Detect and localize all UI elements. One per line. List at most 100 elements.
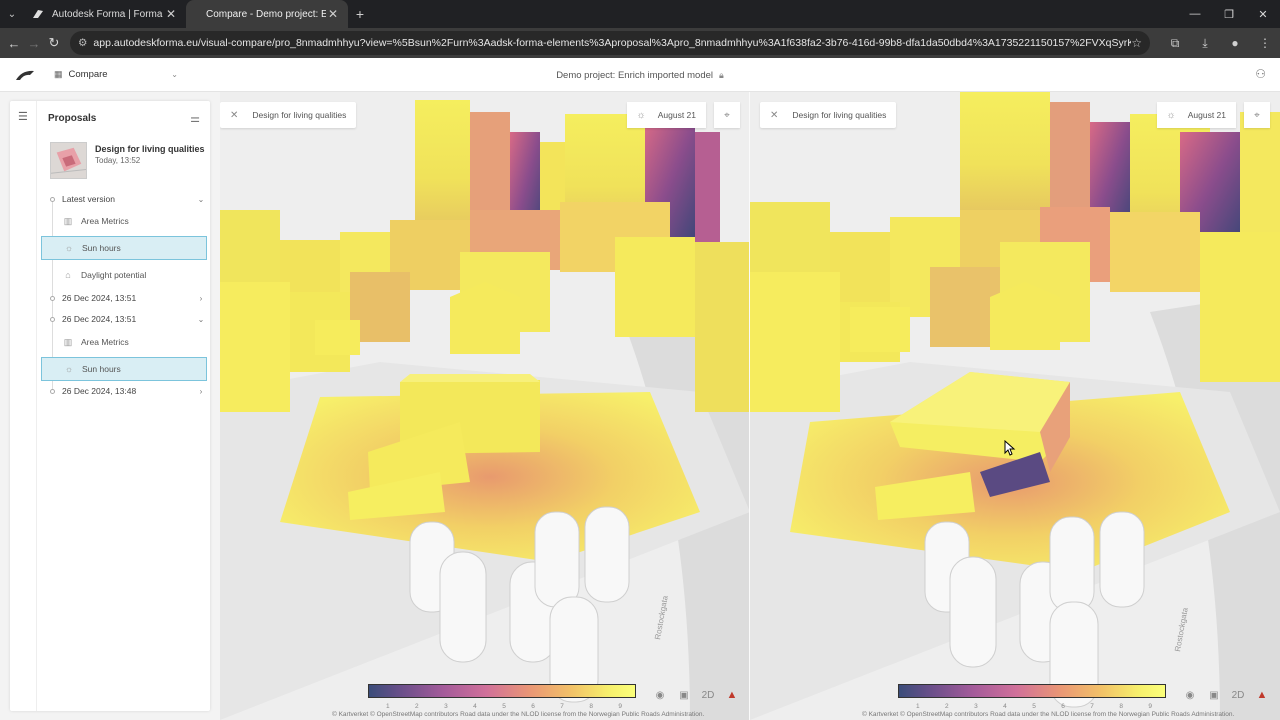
- version-label: Latest version: [62, 194, 115, 204]
- compass-icon[interactable]: ▲: [720, 689, 744, 701]
- version-row-latest[interactable]: Latest version ⌄: [40, 188, 207, 210]
- sun-icon: ☼: [64, 364, 74, 374]
- close-icon[interactable]: ✕: [770, 110, 778, 121]
- visibility-icon[interactable]: ◉: [1178, 690, 1202, 701]
- sun-icon: ☼: [636, 109, 646, 121]
- address-bar[interactable]: ⚙ app.autodeskforma.eu/visual-compare/pr…: [70, 31, 1150, 55]
- tab-search-icon[interactable]: ⌄: [0, 0, 24, 28]
- site-info-icon[interactable]: ⚙: [78, 37, 87, 49]
- visibility-icon[interactable]: ◉: [648, 690, 672, 701]
- daylight-icon: ⌂: [65, 270, 71, 280]
- version-label: 26 Dec 2024, 13:51: [62, 314, 137, 324]
- proposal-name: Design for living qualities: [95, 144, 205, 154]
- chevron-right-icon[interactable]: ›: [195, 387, 207, 396]
- profile-icon[interactable]: ●: [1220, 28, 1250, 58]
- proposal-chip-label: Design for living qualities: [792, 110, 887, 120]
- version-dot: [50, 388, 55, 394]
- close-tab-icon[interactable]: ✕: [326, 7, 340, 21]
- new-tab-icon[interactable]: +: [348, 0, 372, 28]
- legend-tick: 9: [1148, 703, 1152, 710]
- locate-icon[interactable]: ⌖: [714, 102, 740, 128]
- menu-icon[interactable]: ☰: [18, 110, 28, 123]
- camera-icon[interactable]: ▣: [1202, 690, 1226, 701]
- back-icon[interactable]: ←: [4, 28, 24, 58]
- map-attribution: © Kartverket © OpenStreetMap contributor…: [862, 711, 1235, 718]
- mode-dropdown[interactable]: ▦ Compare ⌄: [50, 65, 182, 85]
- forma-favicon-icon: [33, 10, 43, 18]
- analysis-item-area-metrics[interactable]: ▥ Area Metrics: [41, 330, 207, 354]
- 3d-scene[interactable]: Rostockgata: [750, 92, 1280, 720]
- forma-logo-icon[interactable]: [14, 68, 36, 82]
- proposal-card[interactable]: Design for living qualities Today, 13:52: [50, 142, 205, 182]
- filter-icon[interactable]: ⚌: [190, 112, 200, 125]
- maximize-icon[interactable]: ❐: [1212, 0, 1246, 28]
- panel-title: Proposals: [48, 113, 97, 124]
- forward-icon[interactable]: →: [24, 28, 44, 58]
- date-label: August 21: [1187, 110, 1226, 120]
- analysis-item-daylight-potential[interactable]: ⌂ Daylight potential: [41, 263, 207, 287]
- panel-rail: [10, 101, 37, 711]
- chevron-down-icon[interactable]: ⌄: [195, 315, 207, 324]
- version-row[interactable]: 26 Dec 2024, 13:48 ›: [40, 380, 207, 402]
- locate-icon[interactable]: ⌖: [1244, 102, 1270, 128]
- sun-hours-legend: [368, 684, 636, 698]
- proposal-time: Today, 13:52: [95, 156, 141, 165]
- compass-icon[interactable]: ▲: [1250, 689, 1274, 701]
- version-row[interactable]: 26 Dec 2024, 13:51 ›: [40, 287, 207, 309]
- proposal-chip[interactable]: ✕ Design for living qualities: [760, 102, 897, 128]
- collaborators-icon[interactable]: ⚇: [1255, 67, 1266, 81]
- legend-tick: 4: [473, 703, 477, 710]
- analysis-item-sun-hours[interactable]: ☼ Sun hours: [41, 236, 207, 260]
- analysis-item-area-metrics[interactable]: ▥ Area Metrics: [41, 209, 207, 233]
- lock-icon: 🔒︎: [719, 69, 724, 80]
- window-controls: — ❐ ✕: [1178, 0, 1280, 28]
- date-picker[interactable]: ☼ August 21: [626, 102, 706, 128]
- analysis-label: Area Metrics: [81, 216, 129, 226]
- browser-tab-login[interactable]: Autodesk Forma | Forma Login ✕: [24, 0, 186, 28]
- building: [415, 100, 470, 230]
- version-dot: [50, 196, 55, 202]
- legend-tick: 7: [1090, 703, 1094, 710]
- reload-icon[interactable]: ↻: [44, 28, 64, 58]
- 3d-scene[interactable]: Rostockgata: [220, 92, 750, 720]
- version-row[interactable]: 26 Dec 2024, 13:51 ⌄: [40, 308, 207, 330]
- legend-tick: 4: [1003, 703, 1007, 710]
- project-title-text: Demo project: Enrich imported model: [556, 69, 714, 81]
- extensions-icon[interactable]: ⧉: [1160, 28, 1190, 58]
- app-header: ▦ Compare ⌄ Demo project: Enrich importe…: [0, 58, 1280, 92]
- legend-tick: 7: [560, 703, 564, 710]
- analysis-label: Area Metrics: [81, 337, 129, 347]
- legend-tick: 3: [444, 703, 448, 710]
- legend-tick: 5: [1032, 703, 1036, 710]
- toggle-2d-button[interactable]: 2D: [1226, 690, 1250, 701]
- mode-label: Compare: [68, 69, 108, 80]
- camera-icon[interactable]: ▣: [672, 690, 696, 701]
- chevron-down-icon[interactable]: ⌄: [195, 195, 207, 204]
- date-picker[interactable]: ☼ August 21: [1156, 102, 1236, 128]
- legend-tick: 5: [502, 703, 506, 710]
- url-text: app.autodeskforma.eu/visual-compare/pro_…: [93, 37, 1132, 49]
- browser-tab-compare[interactable]: Compare - Demo project: Enric ✕: [186, 0, 348, 28]
- compare-viewport-left[interactable]: Rostockgata ✕ Design for living qualitie…: [220, 92, 750, 720]
- compare-viewport-right[interactable]: Rostockgata ✕ Design for living qualitie…: [750, 92, 1280, 720]
- close-icon[interactable]: ✕: [230, 110, 238, 121]
- analysis-label: Sun hours: [82, 364, 121, 374]
- sun-hours-legend: [898, 684, 1166, 698]
- downloads-icon[interactable]: ⤓: [1190, 28, 1220, 58]
- grid-icon: ▦: [54, 69, 63, 79]
- legend-tick: 3: [974, 703, 978, 710]
- browser-menu-icon[interactable]: ⋮: [1250, 28, 1280, 58]
- minimize-icon[interactable]: —: [1178, 0, 1212, 28]
- map-attribution: © Kartverket © OpenStreetMap contributor…: [332, 711, 705, 718]
- analysis-item-sun-hours[interactable]: ☼ Sun hours: [41, 357, 207, 381]
- chevron-right-icon[interactable]: ›: [195, 294, 207, 303]
- proposal-chip[interactable]: ✕ Design for living qualities: [220, 102, 357, 128]
- close-window-icon[interactable]: ✕: [1246, 0, 1280, 28]
- toggle-2d-button[interactable]: 2D: [696, 690, 720, 701]
- legend-tick: 8: [1119, 703, 1123, 710]
- bookmark-star-icon[interactable]: ☆: [1131, 36, 1142, 50]
- view-tools: ◉ ▣ 2D ▲: [1178, 689, 1274, 701]
- close-tab-icon[interactable]: ✕: [164, 7, 178, 21]
- bar-chart-icon: ▥: [63, 215, 73, 226]
- analysis-label: Daylight potential: [81, 270, 147, 280]
